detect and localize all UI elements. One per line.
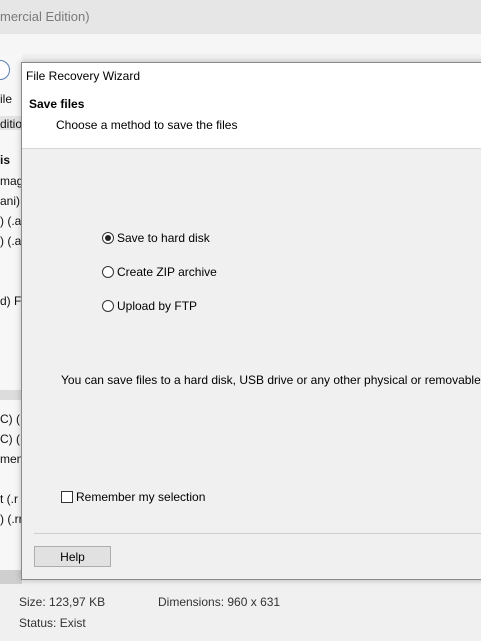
left-fragment: ile bbox=[0, 92, 13, 106]
option-upload-by-ftp[interactable]: Upload by FTP bbox=[102, 298, 197, 314]
size-value: 123,97 KB bbox=[49, 595, 106, 609]
status-panel: Size: 123,97 KB Dimensions: 960 x 631 St… bbox=[0, 584, 481, 641]
size-label: Size: bbox=[19, 595, 46, 609]
app-title-bar: mercial Edition) bbox=[0, 0, 481, 34]
footer-divider bbox=[34, 533, 481, 534]
horizontal-scrollbar[interactable] bbox=[0, 570, 22, 584]
option-label: Upload by FTP bbox=[117, 299, 198, 313]
app-left-panel: ile ditio is mag ani) ) (.a ) (.av d) F … bbox=[0, 54, 22, 584]
step-subtitle: Choose a method to save the files bbox=[56, 118, 238, 132]
left-fragment: t (.r bbox=[0, 492, 18, 506]
dimensions-value: 960 x 631 bbox=[227, 595, 281, 609]
remember-label: Remember my selection bbox=[76, 490, 206, 504]
radio-unselected-icon[interactable] bbox=[102, 300, 114, 312]
option-create-zip-archive[interactable]: Create ZIP archive bbox=[102, 264, 217, 280]
checkbox-icon[interactable] bbox=[61, 491, 73, 503]
status-label: Status: bbox=[19, 616, 57, 630]
radio-selected-icon[interactable] bbox=[102, 232, 114, 244]
file-recovery-wizard-dialog: File Recovery Wizard Save files Choose a… bbox=[21, 62, 481, 580]
status-value: Exist bbox=[59, 616, 86, 630]
dialog-title-bar[interactable]: File Recovery Wizard bbox=[22, 63, 481, 89]
dimensions-info: Dimensions: 960 x 631 bbox=[158, 595, 280, 609]
app-title: mercial Edition) bbox=[0, 9, 90, 24]
size-info: Size: 123,97 KB bbox=[19, 595, 105, 609]
remember-selection-checkbox[interactable]: Remember my selection bbox=[61, 490, 205, 504]
left-fragment: ani) bbox=[0, 194, 21, 208]
left-fragment: ) (.rr bbox=[0, 512, 22, 526]
step-title: Save files bbox=[29, 97, 85, 111]
app-toolbar bbox=[0, 34, 481, 54]
help-button[interactable]: Help bbox=[34, 546, 111, 567]
left-fragment: C) (. bbox=[0, 412, 22, 426]
dimensions-label: Dimensions: bbox=[158, 595, 225, 609]
left-fragment: is bbox=[0, 153, 11, 167]
left-fragment: men bbox=[0, 452, 22, 466]
radio-unselected-icon[interactable] bbox=[102, 266, 114, 278]
left-fragment: ) (.a bbox=[0, 214, 22, 228]
left-fragment: mag bbox=[0, 174, 22, 188]
toolbar-circle-icon[interactable] bbox=[0, 60, 10, 80]
option-label: Save to hard disk bbox=[117, 231, 210, 245]
dialog-title: File Recovery Wizard bbox=[26, 69, 141, 83]
option-label: Create ZIP archive bbox=[117, 265, 217, 279]
status-info: Status: Exist bbox=[19, 616, 86, 630]
dialog-header: Save files Choose a method to save the f… bbox=[22, 89, 481, 149]
option-save-to-hard-disk[interactable]: Save to hard disk bbox=[102, 230, 210, 246]
left-fragment: ) (.av bbox=[0, 234, 22, 248]
left-fragment: ditio bbox=[0, 117, 22, 131]
left-fragment: d) F bbox=[0, 294, 22, 308]
option-description: You can save files to a hard disk, USB d… bbox=[61, 373, 481, 387]
left-fragment: C) (. bbox=[0, 432, 22, 446]
